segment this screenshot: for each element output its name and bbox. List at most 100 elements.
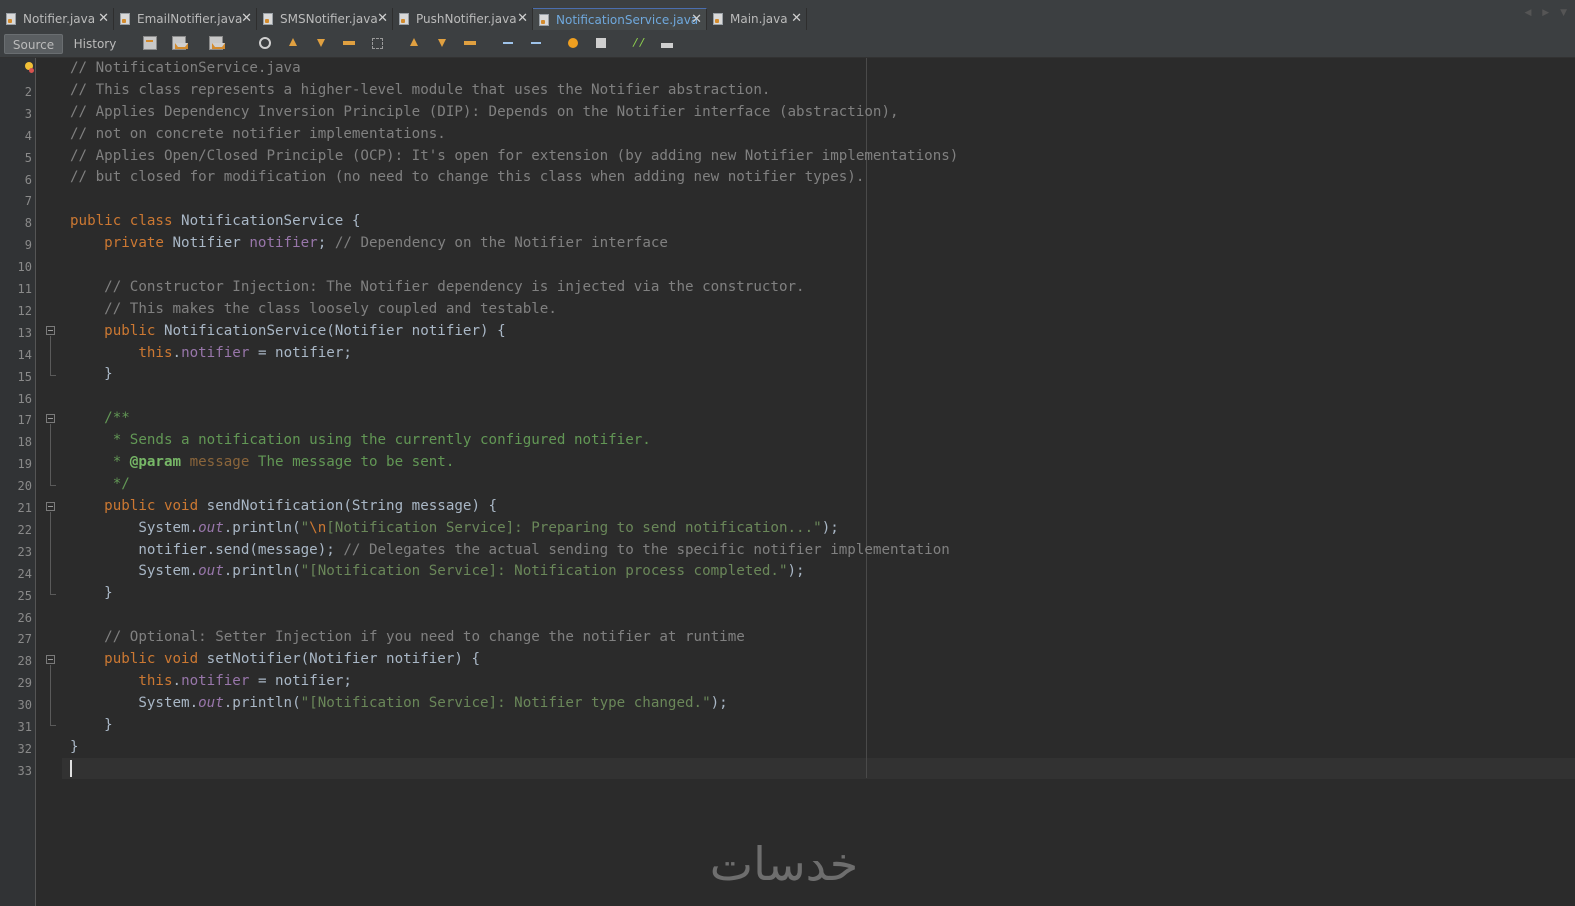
toggle-highlight-icon[interactable] <box>342 36 356 50</box>
code-line: // not on concrete notifier implementati… <box>70 125 446 142</box>
line-number: 6 <box>24 172 32 187</box>
line-number: 14 <box>17 347 32 362</box>
next-bookmark-icon[interactable] <box>435 36 449 50</box>
line-number: 9 <box>24 238 32 253</box>
line-number: 7 <box>24 194 32 209</box>
start-macro-recording-icon[interactable] <box>566 36 580 50</box>
close-icon[interactable]: ✕ <box>691 11 702 29</box>
line-number: 21 <box>17 501 32 515</box>
lightbulb-hint-icon[interactable] <box>24 62 34 74</box>
close-icon[interactable]: ✕ <box>241 10 252 28</box>
line-number: 10 <box>17 260 32 275</box>
tab-label: Main.java <box>730 12 788 26</box>
code-line: // Constructor Injection: The Notifier d… <box>104 278 805 295</box>
code-line: // This class represents a higher-level … <box>70 81 771 98</box>
code-line: // Applies Dependency Inversion Principl… <box>70 103 899 120</box>
fold-guide <box>50 336 51 375</box>
fold-toggle-icon[interactable] <box>46 655 55 664</box>
tab-push-notifier[interactable]: PushNotifier.java ✕ <box>393 8 533 30</box>
line-number: 20 <box>17 479 32 494</box>
line-number: 25 <box>17 588 32 603</box>
previous-bookmark-icon[interactable] <box>407 36 421 50</box>
fold-guide-end <box>50 725 56 726</box>
back-icon[interactable] <box>172 36 188 50</box>
tab-label: PushNotifier.java <box>416 12 517 26</box>
forward-icon[interactable] <box>209 36 225 50</box>
history-button[interactable]: History <box>68 34 122 54</box>
tab-email-notifier[interactable]: EmailNotifier.java ✕ <box>114 8 257 30</box>
source-button[interactable]: Source <box>4 34 63 54</box>
line-number: 17 <box>17 413 32 428</box>
fold-guide <box>50 424 51 485</box>
java-file-icon <box>399 13 409 25</box>
code-line: // Optional: Setter Injection if you nee… <box>104 629 745 646</box>
code-line: this.notifier = notifier; <box>138 344 352 361</box>
code-line: /** <box>70 410 130 427</box>
shift-right-icon[interactable] <box>529 36 543 50</box>
fold-toggle-icon[interactable] <box>46 502 55 511</box>
close-icon[interactable]: ✕ <box>517 10 528 28</box>
stop-macro-recording-icon[interactable] <box>594 36 608 50</box>
close-icon[interactable]: ✕ <box>377 10 388 28</box>
code-line: public NotificationService(Notifier noti… <box>104 322 506 339</box>
line-number: 5 <box>24 150 32 165</box>
uncomment-icon[interactable] <box>660 36 674 50</box>
close-icon[interactable]: ✕ <box>98 10 109 28</box>
find-next-icon[interactable] <box>314 36 328 50</box>
fold-toggle-icon[interactable] <box>46 414 55 423</box>
code-line: } <box>70 585 113 602</box>
line-number: 8 <box>24 216 32 231</box>
tab-scroll-arrows-icon[interactable]: ◀ ▶ ▼ <box>1525 8 1572 18</box>
tab-label: SMSNotifier.java <box>280 12 378 26</box>
code-editor[interactable]: // NotificationService.java // This class… <box>70 58 958 780</box>
line-number: 4 <box>24 128 32 143</box>
fold-toggle-icon[interactable] <box>46 326 55 335</box>
line-number-gutter: 2 3 4 5 6 7 8 9 10 11 12 13 14 15 16 17 18 19 20 21 22 23 24 25… <box>0 58 36 906</box>
find-icon[interactable] <box>258 36 272 50</box>
close-icon[interactable]: ✕ <box>791 10 802 28</box>
line-number: 31 <box>17 720 32 734</box>
tab-main[interactable]: Main.java ✕ <box>707 8 807 30</box>
shift-left-icon[interactable] <box>501 36 515 50</box>
tab-sms-notifier[interactable]: SMSNotifier.java ✕ <box>257 8 393 30</box>
last-edit-icon[interactable] <box>143 36 157 50</box>
java-file-icon <box>263 13 273 25</box>
comment-icon[interactable]: // <box>632 36 646 50</box>
code-line: public void setNotifier(Notifier notifie… <box>104 651 481 668</box>
fold-guide-end <box>50 375 56 376</box>
java-file-icon <box>539 13 549 26</box>
line-number: 2 <box>24 84 32 99</box>
line-number: 23 <box>17 544 32 559</box>
tab-notifier[interactable]: Notifier.java ✕ <box>0 8 114 30</box>
code-line: public void sendNotification(String mess… <box>104 497 498 514</box>
code-line: } <box>70 738 79 755</box>
line-number: 16 <box>17 391 32 406</box>
toggle-bookmark-icon[interactable] <box>463 36 477 50</box>
line-number: 13 <box>17 325 32 340</box>
fold-guide <box>50 512 51 594</box>
find-previous-icon[interactable] <box>286 36 300 50</box>
line-number: 27 <box>17 632 32 647</box>
tab-label: EmailNotifier.java <box>137 12 243 26</box>
code-line: * Sends a notification using the current… <box>70 432 651 449</box>
watermark-logo: خدسات <box>709 837 859 891</box>
java-file-icon <box>6 13 16 25</box>
line-number: 22 <box>17 522 32 537</box>
code-line: * @param message The message to be sent. <box>70 454 455 471</box>
fold-guide-end <box>50 594 56 595</box>
line-number: 15 <box>17 369 32 384</box>
code-line: public class NotificationService { <box>70 213 361 230</box>
code-line: } <box>70 716 113 733</box>
tab-notification-service[interactable]: NotificationService.java ✕ <box>533 8 707 30</box>
rectangular-selection-icon[interactable] <box>370 36 384 50</box>
code-line: this.notifier = notifier; <box>138 672 352 689</box>
line-number: 18 <box>17 435 32 450</box>
line-number: 11 <box>17 282 32 296</box>
line-number: 19 <box>17 457 32 472</box>
tab-label: NotificationService.java <box>556 12 699 27</box>
